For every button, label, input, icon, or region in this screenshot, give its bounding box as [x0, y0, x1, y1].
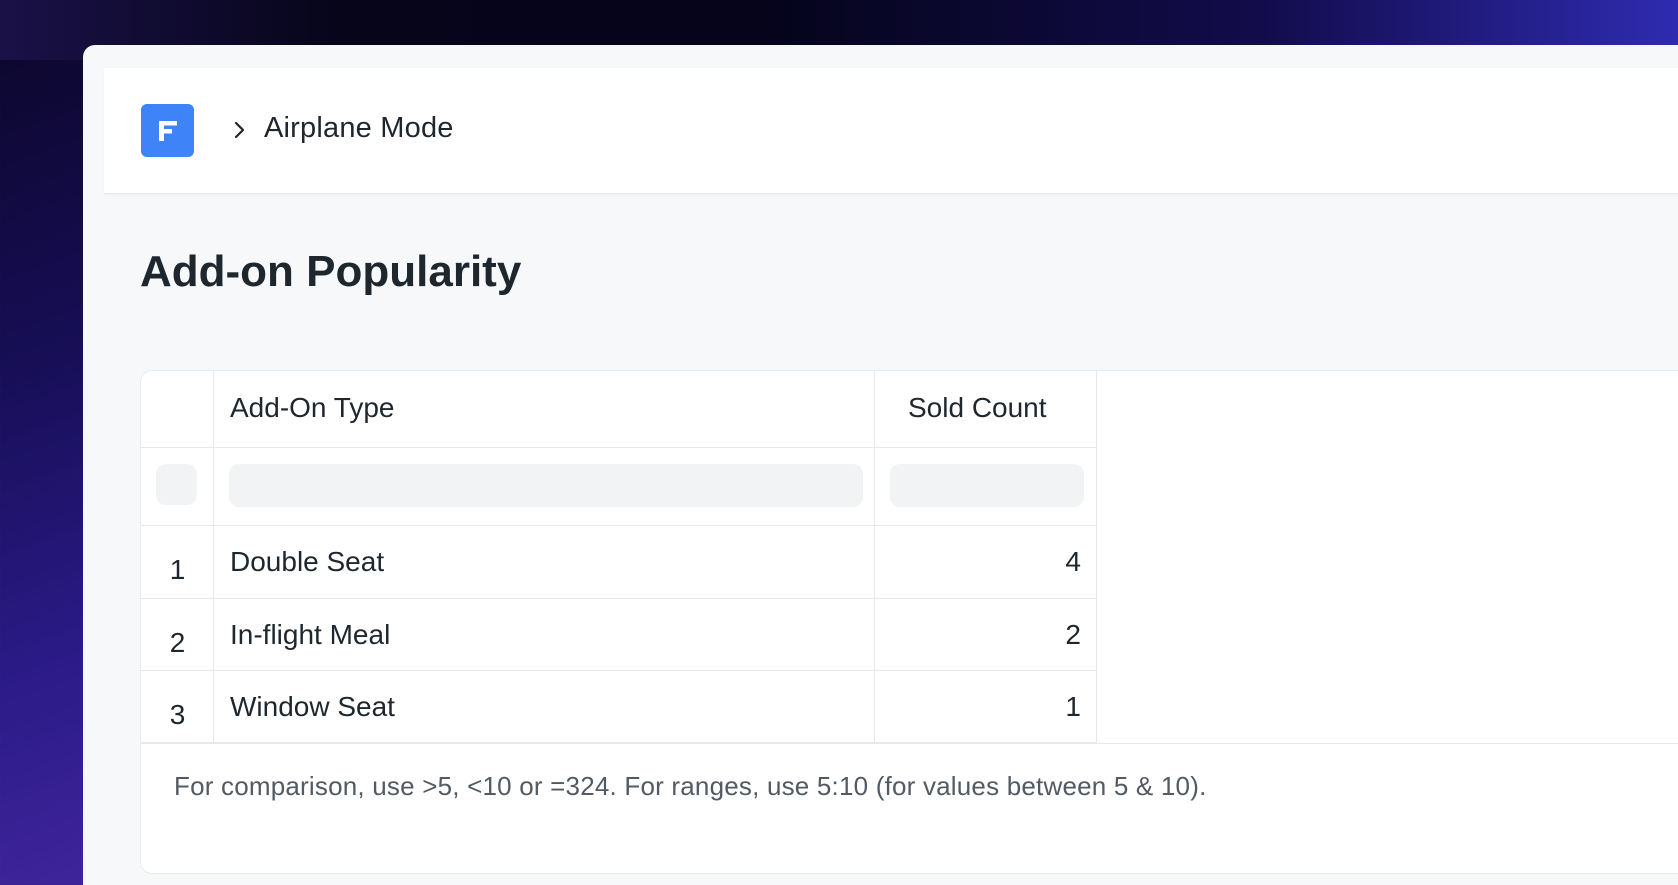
filter-cell-add-on-type [214, 448, 875, 526]
page-title: Add-on Popularity [140, 247, 522, 296]
table-cell-add-on-type[interactable]: Window Seat [214, 671, 875, 743]
row-number: 2 [169, 627, 186, 658]
sold-count-value: 1 [1065, 691, 1081, 722]
add-on-type-value: In-flight Meal [230, 619, 391, 650]
table-cell-sold-count[interactable]: 4 [875, 526, 1097, 599]
app-window: Airplane Mode Add-on Popularity Add-On T… [83, 45, 1678, 885]
header-cell-add-on-type[interactable]: Add-On Type [214, 371, 875, 448]
add-on-type-value: Window Seat [230, 691, 395, 722]
header-cell-index [141, 371, 214, 448]
table-row-index: 3 [141, 671, 214, 743]
chevron-right-icon [234, 121, 245, 139]
filter-cell-sold-count [875, 448, 1097, 526]
row-number: 3 [169, 699, 186, 730]
filter-sold-count-input[interactable] [890, 464, 1084, 507]
table-footer-divider [141, 743, 1678, 744]
table-row-index: 2 [141, 599, 214, 671]
filter-add-on-type-input[interactable] [229, 464, 863, 507]
filter-index-placeholder [156, 464, 197, 505]
breadcrumb-airplane-mode[interactable]: Airplane Mode [264, 112, 454, 145]
sold-count-value: 4 [1065, 546, 1081, 577]
filter-help-text: For comparison, use >5, <10 or =324. For… [174, 771, 1207, 801]
header-sold-count-label: Sold Count [908, 392, 1047, 423]
table-cell-sold-count[interactable]: 2 [875, 599, 1097, 671]
header-cell-sold-count[interactable]: Sold Count [875, 371, 1097, 448]
navbar: Airplane Mode [104, 68, 1678, 194]
report-datatable: Add-On Type Sold Count 1 Double Seat 4 2… [140, 370, 1678, 874]
table-cell-add-on-type[interactable]: Double Seat [214, 526, 875, 599]
header-add-on-type-label: Add-On Type [230, 392, 395, 423]
sold-count-value: 2 [1065, 619, 1081, 650]
table-cell-add-on-type[interactable]: In-flight Meal [214, 599, 875, 671]
filter-cell-index [141, 448, 214, 526]
table-row-index: 1 [141, 526, 214, 599]
add-on-type-value: Double Seat [230, 546, 385, 577]
table-cell-sold-count[interactable]: 1 [875, 671, 1097, 743]
frappe-logo-icon[interactable] [141, 104, 194, 157]
row-number: 1 [169, 554, 186, 585]
